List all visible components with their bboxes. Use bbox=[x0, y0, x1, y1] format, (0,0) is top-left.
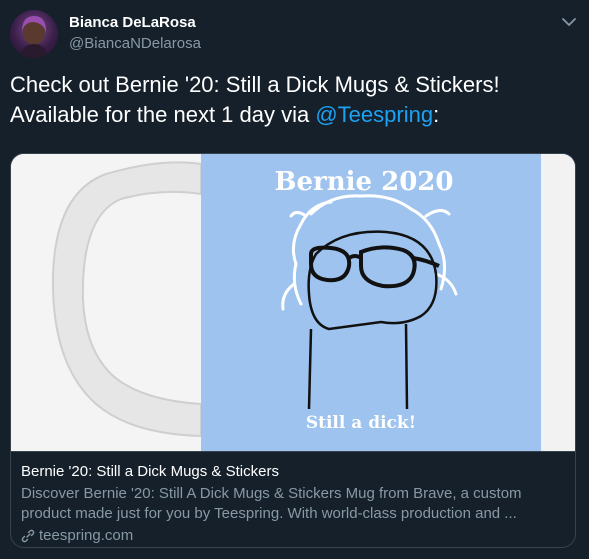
card-domain-text: teespring.com bbox=[39, 527, 134, 544]
author-handle[interactable]: @BiancaNDelarosa bbox=[69, 35, 201, 52]
author-name[interactable]: Bianca DeLaRosa bbox=[69, 14, 196, 31]
tweet-text: Check out Bernie '20: Still a Dick Mugs … bbox=[10, 70, 580, 130]
card-meta[interactable]: Bernie '20: Still a Dick Mugs & Stickers… bbox=[11, 451, 575, 547]
mug-bottom-text: Still a dick! bbox=[306, 413, 416, 433]
mention-link[interactable]: @Teespring bbox=[315, 102, 433, 127]
card-domain[interactable]: teespring.com bbox=[21, 526, 567, 546]
card-title[interactable]: Bernie '20: Still a Dick Mugs & Stickers bbox=[21, 462, 567, 482]
card-description: Discover Bernie '20: Still A Dick Mugs &… bbox=[21, 485, 522, 522]
link-icon bbox=[21, 529, 35, 543]
mug-top-text: Bernie 2020 bbox=[275, 167, 454, 197]
chevron-down-icon[interactable] bbox=[562, 14, 576, 26]
tweet-text-tail: : bbox=[433, 102, 440, 127]
tweet: Bianca DeLaRosa @BiancaNDelarosa Check o… bbox=[0, 0, 589, 559]
link-card[interactable]: Bernie 2020 Still a dick! Bernie '20: St… bbox=[10, 153, 576, 548]
card-image[interactable]: Bernie 2020 Still a dick! bbox=[11, 154, 575, 451]
avatar[interactable] bbox=[10, 10, 58, 58]
